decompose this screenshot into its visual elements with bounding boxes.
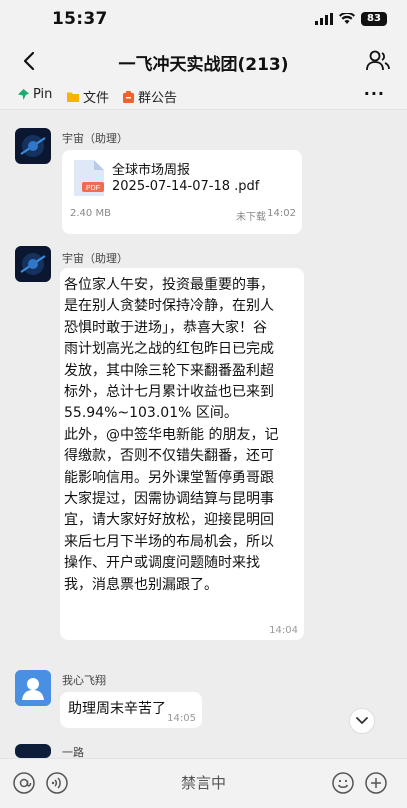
status-bar: 15:37 83 [0,0,407,38]
wifi-icon [339,13,355,24]
message-text: 助理周末辛苦了 [68,701,166,717]
file-size: 2.40 MB [70,208,111,219]
announcement-label: 群公告 [138,91,178,106]
battery-indicator: 83 [361,12,387,26]
avatar[interactable] [15,670,51,706]
message-bubble[interactable]: 助理周末辛苦了 14:05 [60,692,202,728]
message-time: 14:02 [267,208,296,219]
file-date-range: 2025-07-14-07-18 .pdf [112,179,260,194]
message-time: 14:05 [167,713,196,724]
plus-icon[interactable] [364,771,388,795]
sender-name: 宇宙（助理） [62,132,128,145]
message-time: 14:04 [269,625,298,636]
input-bar: 禁言中 [0,758,407,808]
folder-icon [67,92,79,102]
announcement-icon [123,90,134,103]
avatar[interactable] [15,128,51,164]
files-tab[interactable]: 文件 [67,87,109,106]
sender-name: 我心飞翔 [62,674,106,687]
download-status: 未下载 [236,212,266,223]
nav-bar: 一飞冲天实战团(213) [0,38,407,84]
quick-bar: Pin 文件 群公告 ··· [0,84,407,110]
file-name: 全球市场周报 [112,163,191,178]
pdf-icon: PDF [74,160,104,196]
chat-title: 一飞冲天实战团(213) [118,55,289,75]
signal-icon [315,13,333,25]
emoji-icon[interactable] [331,771,355,795]
pin-tab[interactable]: Pin [18,87,52,102]
message-text: 各位家人午安，投资最重要的事， 是在别人贪婪时保持冷静，在别人 恐惧时敢于进场」… [64,277,279,593]
pin-icon [18,89,29,100]
avatar[interactable] [15,744,51,758]
scroll-to-bottom-button[interactable] [349,708,375,734]
members-icon[interactable] [365,48,391,74]
file-card[interactable]: PDF 全球市场周报 2025-07-14-07-18 .pdf 2.40 MB… [62,150,302,234]
status-icons: 83 [315,12,387,26]
more-icon[interactable]: ··· [364,84,385,103]
message-bubble[interactable]: 各位家人午安，投资最重要的事， 是在别人贪婪时保持冷静，在别人 恐惧时敢于进场」… [60,268,304,640]
svg-text:PDF: PDF [86,185,100,192]
status-time: 15:37 [52,9,108,29]
files-label: 文件 [83,91,110,106]
sender-name: 宇宙（助理） [62,252,128,265]
message-item: 宇宙（助理） PDF 全球市场周报 2025-07-14-07-18 .pdf … [0,110,407,236]
message-item: 我心飞翔 助理周末辛苦了 14:05 [0,650,407,730]
pin-label: Pin [33,87,53,102]
avatar[interactable] [15,246,51,282]
announcement-tab[interactable]: 群公告 [123,87,177,106]
message-item: 一路 [0,740,407,758]
chevron-down-icon [356,717,368,725]
sender-name: 一路 [62,746,84,758]
message-item: 宇宙（助理） 各位家人午安，投资最重要的事， 是在别人贪婪时保持冷静，在别人 恐… [0,240,407,640]
message-list[interactable]: 宇宙（助理） PDF 全球市场周报 2025-07-14-07-18 .pdf … [0,110,407,758]
